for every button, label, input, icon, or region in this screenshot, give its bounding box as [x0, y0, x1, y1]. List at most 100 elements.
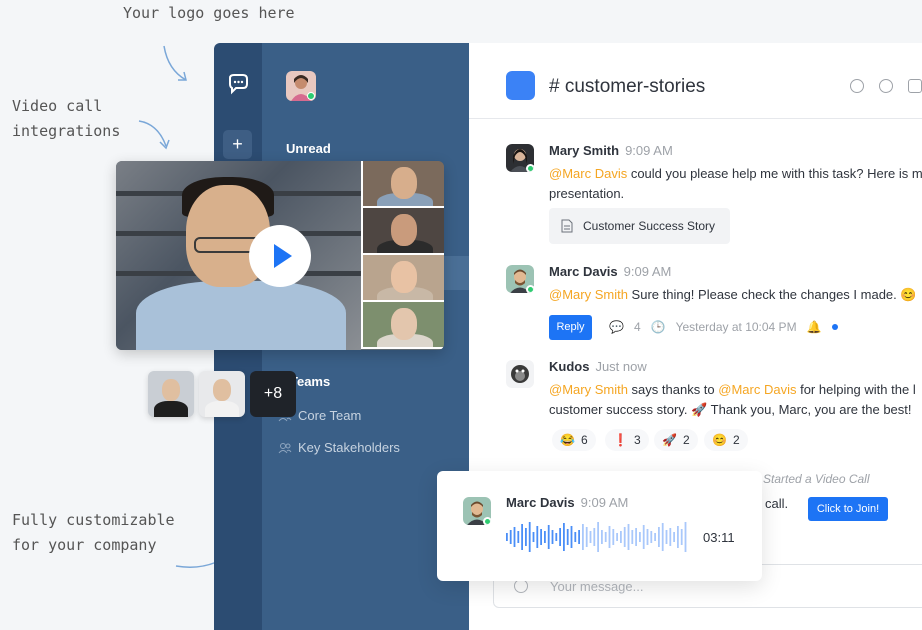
waveform-bar — [544, 531, 546, 543]
sidebar-item-label: Key Stakeholders — [298, 440, 400, 455]
info-icon[interactable] — [879, 79, 893, 93]
comment-icon: 💬 — [609, 320, 624, 334]
participant-avatar[interactable] — [199, 371, 245, 417]
sidebar-item-key-stakeholders[interactable]: Key Stakeholders — [278, 440, 400, 455]
waveform-bar — [540, 529, 542, 545]
user-mention[interactable]: @Mary Smith — [549, 287, 628, 302]
message-author[interactable]: Kudos Just now — [549, 359, 647, 374]
waveform-bar — [601, 530, 603, 544]
threads-icon[interactable] — [908, 79, 922, 93]
waveform-bar — [646, 529, 649, 545]
audio-waveform[interactable] — [506, 519, 691, 555]
add-workspace-button[interactable]: + — [223, 130, 252, 159]
last-reply-time: Yesterday at 10:04 PM — [675, 320, 797, 334]
waveform-bar — [578, 530, 580, 544]
file-attachment[interactable]: Customer Success Story — [549, 208, 730, 244]
reaction-chip[interactable]: 😊 2 — [704, 429, 748, 451]
sidebar-item-label: Core Team — [298, 408, 362, 423]
waveform-bar — [509, 530, 512, 544]
waveform-bar — [680, 529, 683, 545]
waveform-bar — [521, 524, 523, 550]
channel-header: # customer-stories — [469, 43, 922, 119]
user-mention[interactable]: @Marc Davis — [549, 166, 627, 181]
waveform-bar — [582, 524, 584, 550]
avatar[interactable] — [506, 144, 534, 172]
video-annotation: Video call integrations — [12, 97, 121, 140]
waveform-bar — [635, 528, 637, 546]
voice-message-card: Marc Davis 9:09 AM 03:11 — [437, 471, 762, 581]
waveform-bar — [673, 532, 675, 542]
waveform-bar — [677, 526, 679, 548]
waveform-bar — [536, 526, 539, 548]
waveform-bar — [616, 533, 618, 541]
avatar[interactable] — [506, 265, 534, 293]
message-author[interactable]: Marc Davis 9:09 AM — [506, 495, 628, 510]
attachment-name: Customer Success Story — [583, 219, 716, 233]
waveform-bar — [513, 527, 516, 547]
reaction-chip[interactable]: ❗ 3 — [605, 429, 649, 451]
video-participant-thumb[interactable] — [361, 208, 444, 255]
join-call-button[interactable]: Click to Join! — [808, 497, 888, 521]
waveform-bar — [604, 532, 607, 542]
team-icon — [278, 442, 292, 453]
waveform-bar — [612, 529, 615, 545]
message-time: 9:09 AM — [580, 495, 629, 510]
reaction-chip[interactable]: 🚀 2 — [654, 429, 698, 451]
document-icon — [561, 219, 573, 233]
user-mention[interactable]: @Mary Smith — [549, 382, 628, 397]
waveform-bar — [566, 529, 569, 545]
composer-placeholder: Your message... — [550, 579, 644, 594]
waveform-bar — [555, 533, 558, 541]
message-author[interactable]: Mary Smith 9:09 AM — [549, 143, 673, 158]
video-participant-thumb[interactable] — [361, 161, 444, 208]
video-arrow-icon — [138, 120, 170, 150]
waveform-bar — [650, 531, 653, 543]
channel-title: # customer-stories — [549, 76, 706, 97]
waveform-bar — [669, 528, 672, 546]
emoji-picker-icon[interactable] — [514, 579, 528, 593]
thread-info[interactable]: 💬 4 🕒 Yesterday at 10:04 PM 🔔 — [609, 320, 838, 334]
waveform-bar — [570, 526, 573, 548]
user-avatar[interactable] — [286, 71, 316, 101]
message-author[interactable]: Marc Davis 9:09 AM — [549, 264, 671, 279]
custom-annotation: Fully customizable for your company — [12, 511, 175, 554]
logo-annotation: Your logo goes here — [123, 4, 295, 22]
video-participant-thumb[interactable] — [361, 302, 444, 349]
waveform-bar — [620, 531, 622, 543]
audio-duration: 03:11 — [703, 530, 735, 545]
waveform-bar — [658, 527, 660, 547]
waveform-bar — [661, 523, 664, 551]
waveform-bar — [551, 530, 554, 544]
reply-count: 4 — [633, 320, 641, 334]
bell-icon[interactable]: 🔔 — [807, 320, 822, 334]
waveform-bar — [623, 527, 626, 547]
avatar[interactable] — [463, 497, 491, 525]
waveform-bar — [585, 527, 588, 547]
chat-logo-icon[interactable] — [226, 72, 250, 96]
waveform-bar — [528, 522, 531, 552]
video-call-preview[interactable] — [116, 161, 444, 350]
reaction-count: 6 — [580, 433, 588, 447]
waveform-bar — [547, 525, 550, 549]
waveform-bar — [532, 532, 535, 542]
video-call-status: Started a Video Call — [763, 472, 870, 486]
more-participants-badge[interactable]: +8 — [250, 371, 296, 417]
message-time: 9:09 AM — [625, 143, 673, 158]
participant-avatar[interactable] — [148, 371, 194, 417]
message-body: @Mary Smith Sure thing! Please check the… — [549, 287, 917, 302]
video-participant-thumb[interactable] — [361, 255, 444, 302]
user-mention[interactable]: @Marc Davis — [718, 382, 796, 397]
video-call-text: call. — [765, 496, 789, 511]
waveform-bar — [639, 532, 641, 542]
waveform-bar — [559, 528, 561, 546]
laughing-emoji-icon: 😂 — [560, 433, 575, 447]
message-body: @Marc Davis could you please help me wit… — [549, 166, 922, 201]
avatar[interactable] — [506, 360, 534, 388]
globe-icon[interactable] — [850, 79, 864, 93]
waveform-bar — [574, 532, 577, 542]
reply-button[interactable]: Reply — [549, 315, 592, 340]
reaction-chip[interactable]: 😂 6 — [552, 429, 596, 451]
clock-icon: 🕒 — [650, 320, 666, 334]
teams-section-label: Teams — [290, 374, 331, 389]
waveform-bar — [684, 522, 687, 552]
